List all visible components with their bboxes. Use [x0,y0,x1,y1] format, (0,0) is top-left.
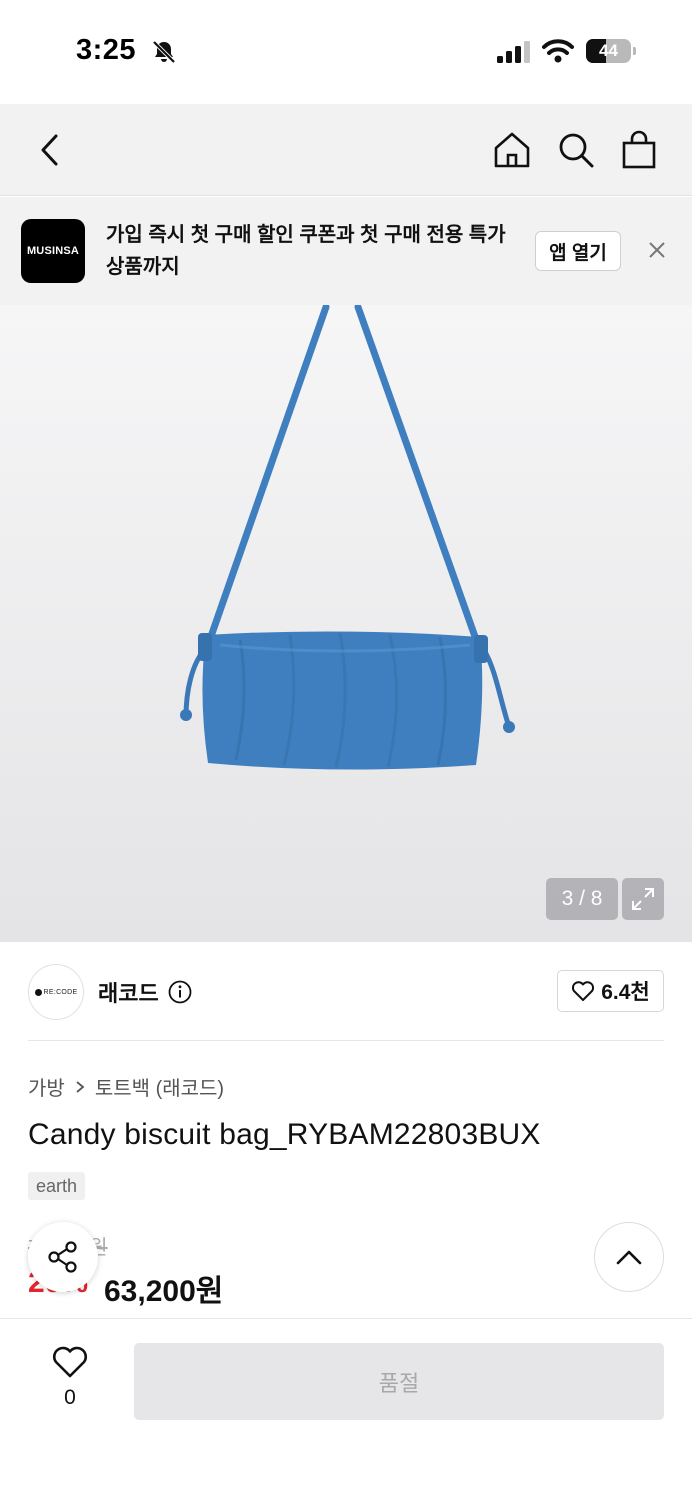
product-title: Candy biscuit bag_RYBAM22803BUX [28,1118,541,1151]
product-image-gallery[interactable]: 3 / 8 [0,305,692,942]
brand-like-count: 6.4천 [601,981,650,1004]
share-button[interactable] [28,1222,98,1292]
heart-icon [572,981,595,1001]
brand-logo-text: RE:CODE [43,988,78,996]
musinsa-logo: MUSINSA [21,219,85,283]
gallery-page-indicator: 3 / 8 [546,878,618,920]
banner-message: 가입 즉시 첫 구매 할인 쿠폰과 첫 구매 전용 특가 상품까지 [106,224,506,278]
wifi-icon [542,39,574,63]
battery-icon: 44 [586,39,636,63]
bell-slash-icon [152,40,176,64]
chevron-up-icon [616,1250,642,1265]
battery-level: 44 [599,41,618,60]
top-nav [0,104,692,196]
breadcrumb-item-subcategory[interactable]: 토트백 (래코드) [95,1072,224,1101]
breadcrumb-item-category[interactable]: 가방 [28,1072,65,1101]
status-time: 3:25 [76,34,137,66]
back-icon[interactable] [30,130,70,170]
app-banner: MUSINSA 가입 즉시 첫 구매 할인 쿠폰과 첫 구매 전용 특가 상품까… [0,197,692,305]
divider [28,1040,664,1041]
expand-icon[interactable] [622,878,664,920]
wishlist-count: 0 [64,1386,76,1409]
info-icon[interactable] [168,980,192,1004]
status-bar: 3:25 44 [0,0,692,104]
wishlist-button[interactable]: 0 [46,1345,94,1410]
home-icon[interactable] [492,130,532,170]
open-app-button[interactable]: 앱 열기 [535,231,621,271]
product-tag[interactable]: earth [28,1172,86,1200]
search-icon[interactable] [556,130,596,170]
brand-name[interactable]: 래코드 [98,976,159,1008]
soldout-button[interactable]: 품절 [134,1343,664,1420]
chevron-right-icon [76,1080,85,1093]
sale-price: 63,200원 [104,1275,224,1308]
share-icon [48,1241,77,1273]
breadcrumb: 가방 토트백 (래코드) [28,1072,224,1101]
bag-icon[interactable] [619,130,659,170]
signal-icon [497,41,530,63]
product-photo-bag [180,305,515,770]
brand-like-button[interactable]: 6.4천 [557,970,664,1012]
close-icon[interactable] [642,235,672,265]
scroll-top-button[interactable] [594,1222,664,1292]
brand-logo[interactable]: RE:CODE [28,964,84,1020]
bottom-action-bar: 0 품절 [0,1318,692,1500]
brand-row: RE:CODE 래코드 6.4천 [0,942,692,1042]
heart-icon [53,1346,87,1378]
